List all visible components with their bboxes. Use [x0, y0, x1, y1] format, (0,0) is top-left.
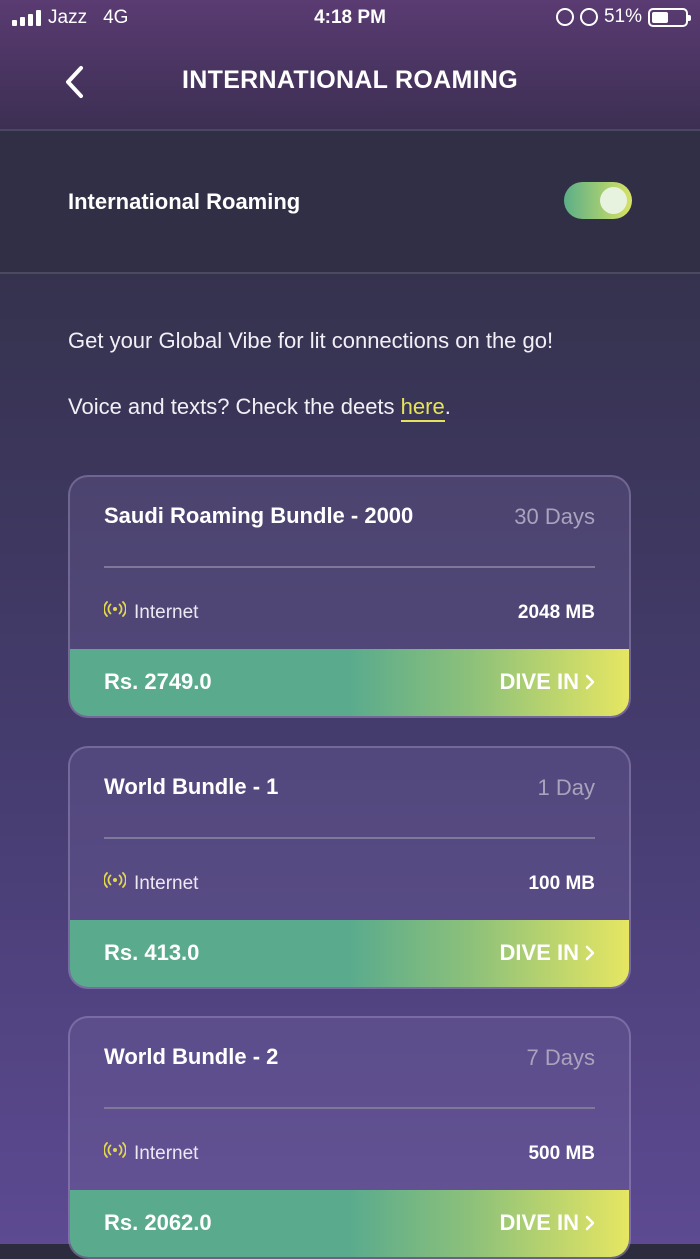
alarm-icon [579, 8, 598, 26]
chevron-right-icon [585, 945, 595, 961]
dive-in-label: DIVE IN [499, 1210, 579, 1235]
bundle-amount: 500 MB [528, 1143, 595, 1164]
status-bar: Jazz 4G 4:18 PM 51% [0, 0, 700, 36]
dive-in-button[interactable]: DIVE IN [500, 940, 595, 966]
broadcast-icon [104, 872, 126, 888]
card-divider [104, 1107, 595, 1109]
bundle-card[interactable]: Saudi Roaming Bundle - 2000 30 Days Inte… [68, 475, 631, 718]
bundle-amount: 100 MB [528, 873, 595, 894]
orientation-lock-icon [555, 8, 574, 26]
bundle-price: Rs. 2062.0 [104, 1210, 212, 1235]
dive-in-button[interactable]: DIVE IN [500, 1210, 595, 1236]
broadcast-icon [104, 1142, 126, 1158]
roaming-toggle-label: International Roaming [68, 189, 301, 214]
bundle-feature: Internet [134, 1143, 199, 1164]
bundle-title: World Bundle - 2 [104, 1044, 279, 1069]
top-header: Jazz 4G 4:18 PM 51% INTERNATIONAL ROAMIN… [0, 0, 700, 131]
bundle-feature: Internet [134, 873, 199, 894]
chevron-right-icon [585, 674, 595, 690]
battery-percent: 51% [603, 6, 642, 27]
bundle-duration: 1 Day [537, 775, 595, 800]
bundle-card[interactable]: World Bundle - 2 7 Days Internet 500 MB … [68, 1016, 631, 1259]
bundle-duration: 7 Days [526, 1045, 595, 1070]
card-footer: Rs. 413.0 DIVE IN [70, 920, 629, 987]
roaming-toggle-switch[interactable] [564, 182, 632, 219]
card-divider [104, 837, 595, 839]
bundle-title: World Bundle - 1 [104, 774, 279, 799]
broadcast-icon [104, 601, 126, 617]
bundle-amount: 2048 MB [517, 602, 595, 623]
deets-suffix: . [444, 394, 451, 419]
deets-text: Voice and texts? Check the deets here. [68, 394, 451, 422]
dive-in-label: DIVE IN [499, 669, 579, 694]
bundle-title: Saudi Roaming Bundle - 2000 [104, 503, 414, 528]
status-right: 51% [555, 6, 691, 28]
dive-in-label: DIVE IN [499, 940, 579, 965]
bundle-price: Rs. 413.0 [104, 940, 200, 965]
dive-in-button[interactable]: DIVE IN [500, 669, 595, 695]
page-title: INTERNATIONAL ROAMING [182, 66, 518, 94]
bundle-duration: 30 Days [514, 504, 595, 529]
bundle-price: Rs. 2749.0 [104, 669, 212, 694]
deets-prefix: Voice and texts? Check the deets [68, 394, 401, 419]
chevron-right-icon [585, 1215, 595, 1231]
card-divider [104, 566, 595, 568]
bundle-feature: Internet [134, 602, 199, 623]
bundle-card[interactable]: World Bundle - 1 1 Day Internet 100 MB R… [68, 746, 631, 989]
battery-icon [648, 7, 691, 27]
card-footer: Rs. 2749.0 DIVE IN [70, 649, 629, 716]
deets-link[interactable]: here [400, 394, 445, 422]
toggle-knob [600, 187, 627, 214]
intro-text: Get your Global Vibe for lit connections… [68, 328, 554, 353]
card-footer: Rs. 2062.0 DIVE IN [70, 1190, 629, 1257]
